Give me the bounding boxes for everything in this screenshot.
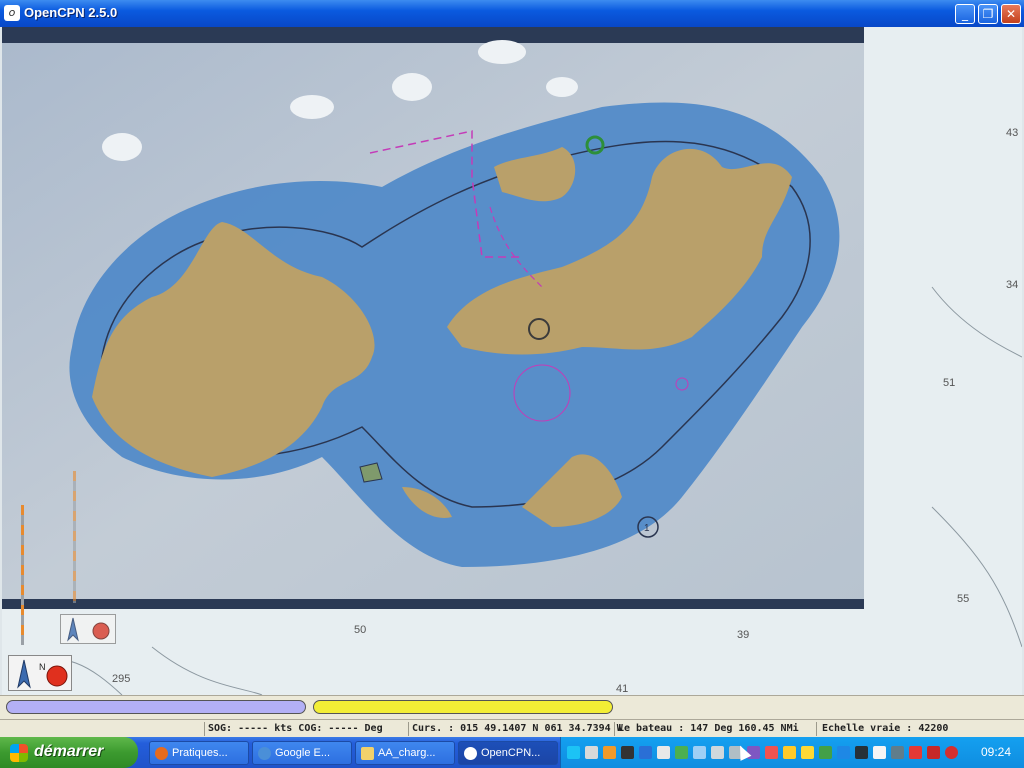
satellite-overlay: 1 — [2, 27, 864, 609]
taskbar: démarrer Pratiques... Google E... AA_cha… — [0, 737, 1024, 768]
tray-app-icon[interactable] — [603, 746, 616, 759]
compass-gps-widget[interactable]: N — [8, 655, 72, 691]
firefox-icon — [155, 747, 168, 760]
depth-sounding: 34 — [1006, 279, 1019, 291]
tray-app-icon[interactable] — [801, 746, 814, 759]
status-bar: SOG: ----- kts COG: ----- Deg Curs. : 01… — [0, 719, 1024, 738]
title-bar: o OpenCPN 2.5.0 _ ❐ ✕ — [0, 0, 1024, 27]
security-shield-icon[interactable] — [945, 746, 958, 759]
taskbar-button-pratiques[interactable]: Pratiques... — [149, 741, 249, 765]
tray-app-icon[interactable] — [927, 746, 940, 759]
window-title: OpenCPN 2.5.0 — [24, 5, 118, 20]
tray-app-icon[interactable] — [693, 746, 706, 759]
network-icon[interactable] — [891, 746, 904, 759]
tray-app-icon[interactable] — [873, 746, 886, 759]
taskbar-button-opencpn[interactable]: OpenCPN... — [458, 741, 558, 765]
taskbar-button-google-earth[interactable]: Google E... — [252, 741, 352, 765]
start-button[interactable]: démarrer — [0, 737, 138, 768]
cursor-position-readout: Curs. : 015 49.1407 N 061 34.7394 W — [412, 723, 623, 734]
depth-sounding: 51 — [943, 377, 956, 389]
chart-bar-cm93[interactable] — [6, 700, 306, 714]
google-earth-icon — [258, 747, 271, 760]
depth-sounding: 43 — [1006, 127, 1019, 139]
sog-cog-readout: SOG: ----- kts COG: ----- Deg — [208, 723, 383, 734]
tray-app-icon[interactable] — [675, 746, 688, 759]
depth-sounding: 41 — [616, 683, 629, 695]
scale-readout: Echelle vraie : 42200 — [822, 723, 949, 734]
windows-logo-icon — [10, 744, 28, 762]
depth-sounding: 39 — [737, 629, 750, 641]
wifi-icon[interactable] — [819, 746, 832, 759]
clock: 09:24 — [980, 745, 1011, 759]
tray-app-icon[interactable] — [837, 746, 850, 759]
opencpn-icon — [464, 747, 477, 760]
scale-bar — [21, 505, 24, 645]
depth-sounding: 55 — [957, 593, 970, 605]
svg-text:1: 1 — [644, 523, 650, 534]
quick-launch-arrow-icon[interactable] — [567, 746, 580, 759]
chart-bar-raster[interactable] — [313, 700, 613, 714]
tray-app-icon[interactable] — [621, 746, 634, 759]
maximize-button[interactable]: ❐ — [978, 4, 998, 24]
tray-app-icon[interactable] — [909, 746, 922, 759]
chart-bar-strip — [0, 695, 1024, 720]
tray-app-icon[interactable] — [711, 746, 724, 759]
depth-sounding: 50 — [354, 624, 367, 636]
close-button[interactable]: ✕ — [1001, 4, 1021, 24]
folder-icon — [361, 747, 374, 760]
tray-app-icon[interactable] — [657, 746, 670, 759]
tray-app-icon[interactable] — [585, 746, 598, 759]
chart-canvas[interactable]: 105 47 45 43 318 70 41 40 41 71 35 51 41… — [2, 27, 1022, 695]
svg-text:N: N — [39, 662, 46, 672]
minimize-button[interactable]: _ — [955, 4, 975, 24]
system-tray: 09:24 — [560, 737, 1024, 768]
volume-icon[interactable] — [855, 746, 868, 759]
overlay-compass-widget — [60, 614, 116, 644]
depth-sounding: 295 — [112, 673, 131, 685]
tray-app-icon[interactable] — [783, 746, 796, 759]
tray-app-icon[interactable] — [765, 746, 778, 759]
taskbar-button-aa-charg[interactable]: AA_charg... — [355, 741, 455, 765]
tray-app-icon[interactable] — [639, 746, 652, 759]
boat-bearing-readout: Le bateau : 147 Deg 160.45 NMi — [618, 723, 799, 734]
overlay-scale-bar — [73, 471, 76, 603]
opencpn-app-icon[interactable]: o — [4, 5, 20, 21]
